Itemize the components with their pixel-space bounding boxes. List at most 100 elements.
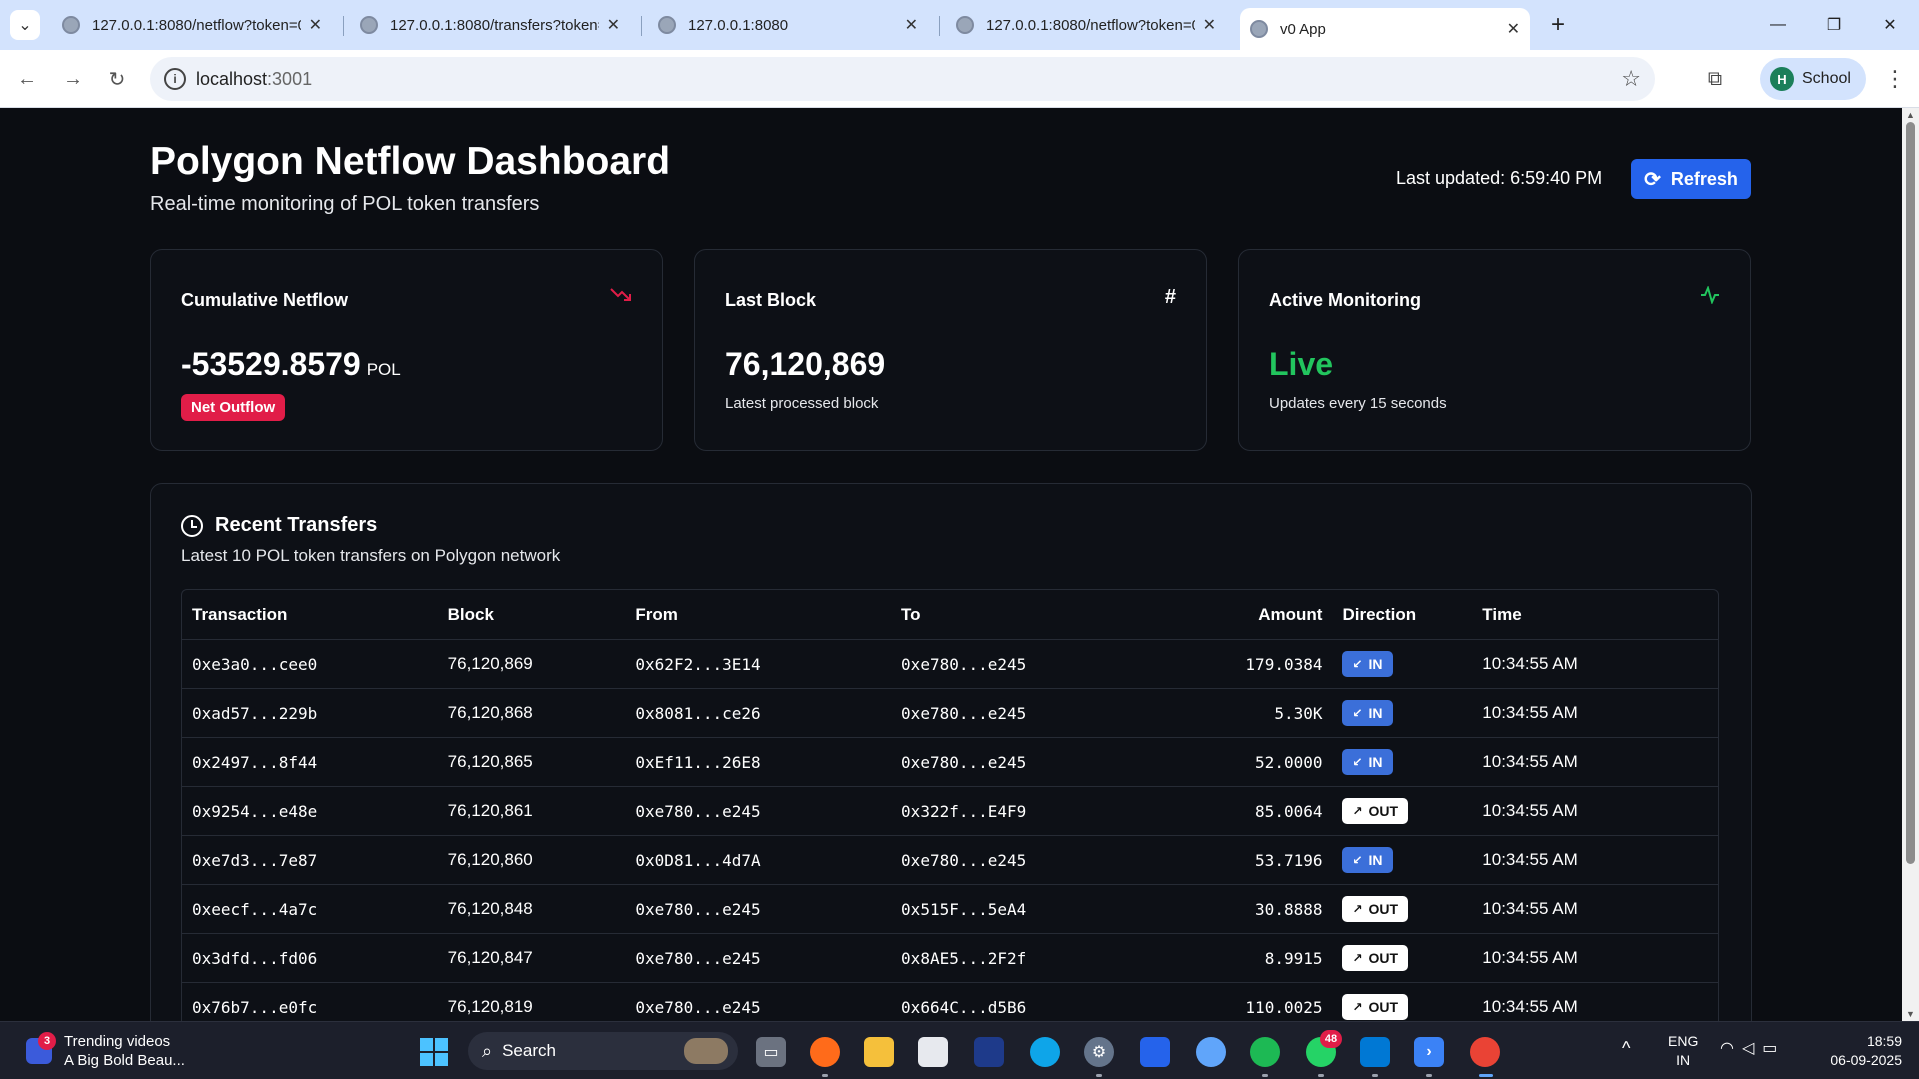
cell-to[interactable]: 0xe780...e245: [901, 753, 1167, 772]
spotify-icon[interactable]: [1250, 1037, 1280, 1067]
cell-transaction[interactable]: 0xad57...229b: [182, 704, 448, 723]
cell-to[interactable]: 0x515F...5eA4: [901, 900, 1167, 919]
running-indicator: [1426, 1074, 1432, 1077]
taskbar-search[interactable]: ⌕ Search: [468, 1032, 738, 1070]
close-icon[interactable]: ✕: [607, 15, 620, 35]
forward-button[interactable]: →: [58, 64, 88, 94]
close-window-button[interactable]: ✕: [1870, 10, 1910, 40]
cell-from[interactable]: 0x8081...ce26: [635, 704, 901, 723]
table-row[interactable]: 0x9254...e48e 76,120,861 0xe780...e245 0x32…: [182, 787, 1718, 836]
file-explorer-icon[interactable]: [864, 1037, 894, 1067]
info-icon[interactable]: i: [164, 68, 186, 90]
task-view-icon[interactable]: ▭: [756, 1037, 786, 1067]
close-icon[interactable]: ✕: [309, 15, 322, 35]
cell-from[interactable]: 0x62F2...3E14: [635, 655, 901, 674]
close-icon[interactable]: ✕: [1203, 15, 1216, 35]
running-indicator: [1262, 1074, 1268, 1077]
reload-button[interactable]: ↻: [102, 64, 132, 94]
scrollbar-thumb[interactable]: [1906, 122, 1915, 864]
tab-search-button[interactable]: ⌄: [10, 10, 40, 40]
browser-tab-1[interactable]: 127.0.0.1:8080/netflow?token=0 ✕: [52, 8, 332, 42]
table-row[interactable]: 0xad57...229b 76,120,868 0x8081...ce26 0xe7…: [182, 689, 1718, 738]
cell-transaction[interactable]: 0x76b7...e0fc: [182, 998, 448, 1017]
cell-transaction[interactable]: 0xeecf...4a7c: [182, 900, 448, 919]
extensions-button[interactable]: ⧉: [1700, 64, 1730, 94]
tray-overflow-icon[interactable]: ^: [1622, 1038, 1630, 1059]
arrow-up-right-icon: ↗: [1352, 804, 1363, 818]
new-tab-button[interactable]: +: [1543, 10, 1573, 40]
browser-tab-3[interactable]: 127.0.0.1:8080 ✕: [648, 8, 928, 42]
browser-tab-active[interactable]: v0 App ✕: [1240, 8, 1530, 50]
table-row[interactable]: 0x76b7...e0fc 76,120,819 0xe780...e245 0x66…: [182, 983, 1718, 1021]
powershell-icon[interactable]: ›: [1414, 1037, 1444, 1067]
table-row[interactable]: 0x2497...8f44 76,120,865 0xEf11...26E8 0xe7…: [182, 738, 1718, 787]
browser-tab-4[interactable]: 127.0.0.1:8080/netflow?token=0 ✕: [946, 8, 1226, 42]
paint-icon[interactable]: [1196, 1037, 1226, 1067]
refresh-button[interactable]: ⟳ Refresh: [1631, 159, 1751, 199]
cell-to[interactable]: 0xe780...e245: [901, 704, 1167, 723]
tray-status-icons[interactable]: ◠◁▭: [1720, 1038, 1785, 1058]
search-icon: ⌕: [482, 1040, 493, 1061]
vscode-icon[interactable]: [1360, 1037, 1390, 1067]
cell-transaction[interactable]: 0xe3a0...cee0: [182, 655, 448, 674]
cell-transaction[interactable]: 0x9254...e48e: [182, 802, 448, 821]
start-button[interactable]: [420, 1038, 448, 1066]
profile-button[interactable]: H School: [1760, 58, 1866, 100]
cell-amount: 30.8888: [1255, 899, 1323, 919]
cell-to[interactable]: 0xe780...e245: [901, 851, 1167, 870]
cell-from[interactable]: 0xe780...e245: [635, 949, 901, 968]
cell-transaction[interactable]: 0x2497...8f44: [182, 753, 448, 772]
table-row[interactable]: 0xeecf...4a7c 76,120,848 0xe780...e245 0x51…: [182, 885, 1718, 934]
widgets-button[interactable]: 3 Trending videos A Big Bold Beau...: [26, 1032, 185, 1070]
store-icon[interactable]: [918, 1037, 948, 1067]
browser-menu-button[interactable]: ⋮: [1880, 64, 1910, 94]
language-indicator[interactable]: ENG IN: [1668, 1032, 1698, 1070]
cell-from[interactable]: 0xe780...e245: [635, 900, 901, 919]
tab-title: 127.0.0.1:8080/transfers?token=: [390, 16, 599, 34]
cell-time: 10:34:55 AM: [1482, 752, 1578, 771]
azure-icon[interactable]: [1140, 1037, 1170, 1067]
cell-time: 10:34:55 AM: [1482, 703, 1578, 722]
chrome-icon[interactable]: [1470, 1037, 1500, 1067]
address-bar[interactable]: i localhost:3001 ☆: [150, 57, 1655, 101]
bookmark-star-icon[interactable]: ☆: [1621, 66, 1641, 92]
refresh-label: Refresh: [1670, 168, 1738, 189]
cell-time: 10:34:55 AM: [1482, 899, 1578, 918]
edge-icon[interactable]: [1030, 1037, 1060, 1067]
audio-app-icon[interactable]: [974, 1037, 1004, 1067]
card-label: Active Monitoring: [1269, 290, 1421, 310]
cell-transaction[interactable]: 0xe7d3...7e87: [182, 851, 448, 870]
cell-to[interactable]: 0x8AE5...2F2f: [901, 949, 1167, 968]
scroll-down-icon[interactable]: ▼: [1906, 1009, 1915, 1019]
page-scrollbar[interactable]: ▲ ▼: [1902, 108, 1919, 1021]
minimize-button[interactable]: —: [1758, 10, 1798, 40]
browser-tab-2[interactable]: 127.0.0.1:8080/transfers?token= ✕: [350, 8, 630, 42]
cell-from[interactable]: 0xEf11...26E8: [635, 753, 901, 772]
minimize-icon: —: [1770, 16, 1786, 33]
cell-to[interactable]: 0x664C...d5B6: [901, 998, 1167, 1017]
back-button[interactable]: ←: [12, 64, 42, 94]
cell-to[interactable]: 0x322f...E4F9: [901, 802, 1167, 821]
cell-from[interactable]: 0xe780...e245: [635, 998, 901, 1017]
table-row[interactable]: 0xe7d3...7e87 76,120,860 0x0D81...4d7A 0xe7…: [182, 836, 1718, 885]
cell-transaction[interactable]: 0x3dfd...fd06: [182, 949, 448, 968]
volume-icon: ◁: [1741, 1040, 1763, 1057]
table-row[interactable]: 0x3dfd...fd06 76,120,847 0xe780...e245 0x8A…: [182, 934, 1718, 983]
close-icon[interactable]: ✕: [905, 15, 918, 35]
restore-button[interactable]: ❐: [1814, 10, 1854, 40]
cell-from[interactable]: 0x0D81...4d7A: [635, 851, 901, 870]
cell-to[interactable]: 0xe780...e245: [901, 655, 1167, 674]
recent-transfers-subtitle: Latest 10 POL token transfers on Polygon…: [181, 546, 561, 565]
firefox-icon[interactable]: [810, 1037, 840, 1067]
taskbar-clock[interactable]: 18:59 06-09-2025: [1818, 1032, 1902, 1070]
scroll-up-icon[interactable]: ▲: [1906, 110, 1915, 120]
col-amount: Amount: [1258, 604, 1323, 624]
globe-icon: [658, 16, 676, 34]
cell-from[interactable]: 0xe780...e245: [635, 802, 901, 821]
table-row[interactable]: 0xe3a0...cee0 76,120,869 0x62F2...3E14 0xe7…: [182, 640, 1718, 689]
widget-badge: 3: [38, 1032, 56, 1050]
close-icon[interactable]: ✕: [1507, 19, 1520, 39]
cell-block: 76,120,819: [447, 997, 533, 1016]
url-host: localhost: [196, 69, 268, 89]
settings-gear-icon[interactable]: ⚙: [1084, 1037, 1114, 1067]
